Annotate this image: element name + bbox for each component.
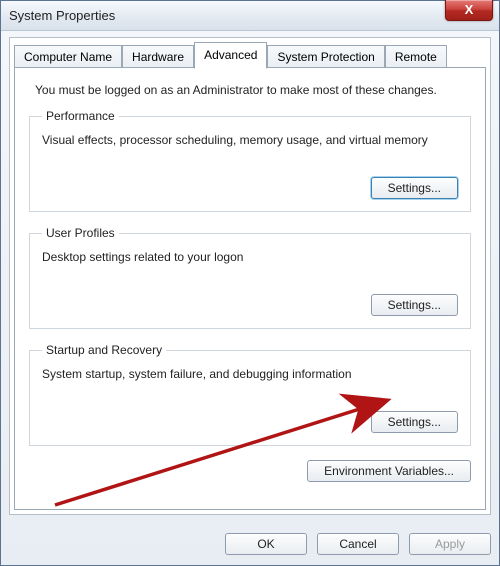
environment-variables-button[interactable]: Environment Variables... [307, 460, 471, 482]
cancel-button[interactable]: Cancel [317, 533, 399, 555]
tab-system-protection[interactable]: System Protection [267, 45, 384, 69]
dialog-body: Computer Name Hardware Advanced System P… [9, 37, 491, 515]
tab-advanced[interactable]: Advanced [194, 42, 267, 69]
apply-button[interactable]: Apply [409, 533, 491, 555]
tab-remote[interactable]: Remote [385, 45, 447, 69]
tab-hardware[interactable]: Hardware [122, 45, 194, 69]
close-icon: X [465, 2, 474, 17]
performance-desc: Visual effects, processor scheduling, me… [42, 133, 458, 147]
performance-group: Performance Visual effects, processor sc… [29, 109, 471, 212]
startup-recovery-settings-button[interactable]: Settings... [371, 411, 458, 433]
performance-settings-button[interactable]: Settings... [371, 177, 458, 199]
user-profiles-legend: User Profiles [42, 226, 119, 240]
system-properties-window: System Properties X Computer Name Hardwa… [0, 0, 500, 566]
startup-recovery-group: Startup and Recovery System startup, sys… [29, 343, 471, 446]
close-button[interactable]: X [445, 0, 493, 21]
dialog-footer: OK Cancel Apply [9, 533, 491, 555]
user-profiles-group: User Profiles Desktop settings related t… [29, 226, 471, 329]
titlebar: System Properties X [1, 1, 499, 31]
startup-recovery-desc: System startup, system failure, and debu… [42, 367, 458, 381]
user-profiles-settings-button[interactable]: Settings... [371, 294, 458, 316]
startup-recovery-legend: Startup and Recovery [42, 343, 166, 357]
user-profiles-desc: Desktop settings related to your logon [42, 250, 458, 264]
performance-legend: Performance [42, 109, 119, 123]
tab-computer-name[interactable]: Computer Name [14, 45, 122, 69]
admin-intro-text: You must be logged on as an Administrato… [35, 83, 471, 97]
tab-panel-advanced: You must be logged on as an Administrato… [14, 67, 486, 510]
tab-strip: Computer Name Hardware Advanced System P… [10, 38, 490, 68]
ok-button[interactable]: OK [225, 533, 307, 555]
window-title: System Properties [9, 8, 115, 23]
